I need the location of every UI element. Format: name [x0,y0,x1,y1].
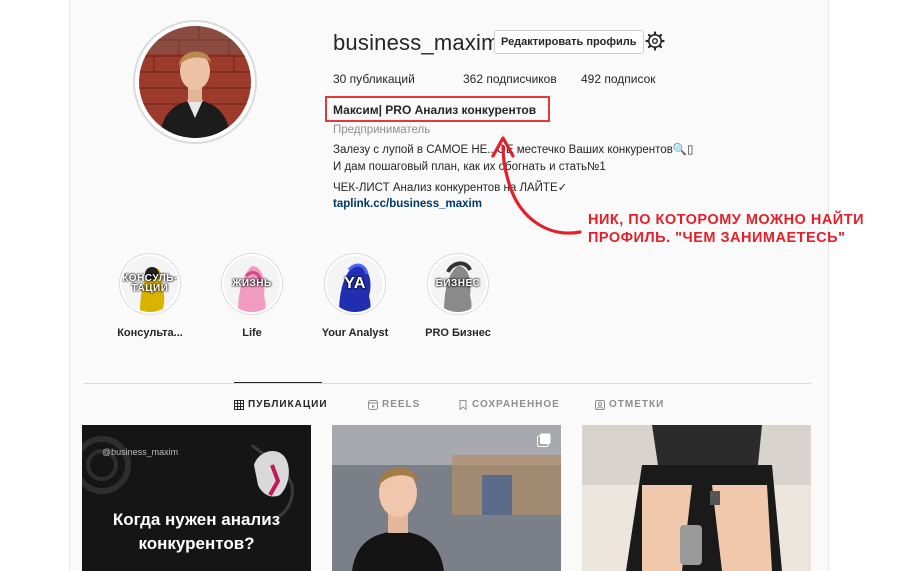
reels-icon [368,399,378,410]
profile-full-name: Максим| PRO Анализ конкурентов [333,103,537,117]
highlight-pro-business[interactable]: БИЗНЕС PRO Бизнес [418,253,498,339]
annotation-line-2: ПРОФИЛЬ. "ЧЕМ ЗАНИМАЕТЕСЬ" [588,230,846,246]
profile-link[interactable]: taplink.cc/business_maxim [333,198,482,210]
bookmark-icon [459,399,467,410]
annotation-text: НИК, ПО КОТОРОМУ МОЖНО НАЙТИ ПРОФИЛЬ. "Ч… [588,211,888,247]
post-handle: @business_maxim [102,447,179,457]
highlight-cover-text: БИЗНЕС [435,278,481,289]
highlight-cover-text: ЖИЗНЬ [232,278,272,289]
bio-line-1: Залезу с лупой в САМОЕ НЕ...ОЕ местечко … [333,144,694,156]
post-thumbnail-1[interactable]: @business_maxim Когда нужен анализ конку… [82,425,311,571]
profile-avatar[interactable] [133,20,257,144]
tab-label: REELS [382,399,421,410]
tabs-divider [83,383,811,384]
highlight-consultations[interactable]: КОНСУЛЬ-ТАЦИИ Консульта... [110,253,190,339]
post-2-photo [332,425,561,571]
grid-icon [234,399,244,410]
followers-count[interactable]: 362 подписчиков [463,72,557,86]
tab-label: СОХРАНЕННОЕ [472,399,560,410]
post-thumbnail-3[interactable] [582,425,811,571]
tag-user-icon [595,399,605,410]
tab-label: ПУБЛИКАЦИИ [248,399,328,410]
tab-saved[interactable]: СОХРАНЕННОЕ [458,399,560,410]
highlight-your-analyst[interactable]: YA Your Analyst [315,253,395,339]
following-count[interactable]: 492 подписок [581,72,656,86]
highlight-cover: YA [324,253,386,315]
multiple-photos-icon [537,433,551,447]
tab-tagged[interactable]: ОТМЕТКИ [595,399,664,410]
highlight-label: PRO Бизнес [425,327,491,339]
post-title: Когда нужен анализ конкурентов? [112,510,281,553]
bio-line-3: ЧЕК-ЛИСТ Анализ конкурентов на ЛАЙТЕ✓ [333,182,568,194]
highlight-label: Консульта... [117,327,183,339]
profile-category: Предприниматель [333,124,431,136]
gear-icon[interactable] [645,31,665,51]
post-3-photo [582,425,811,571]
post-thumbnail-2[interactable] [332,425,561,571]
highlight-label: Your Analyst [321,327,389,339]
annotation-line-1: НИК, ПО КОТОРОМУ МОЖНО НАЙТИ [588,212,865,228]
tab-label: ОТМЕТКИ [609,399,665,410]
highlight-cover: КОНСУЛЬ-ТАЦИИ [119,253,181,315]
tab-publications[interactable]: ПУБЛИКАЦИИ [234,399,328,410]
highlight-cover: БИЗНЕС [427,253,489,315]
tab-reels[interactable]: REELS [368,399,420,410]
bio-line-2: И дам пошаговый план, как их обогнать и … [333,161,606,173]
edit-profile-button[interactable]: Редактировать профиль [494,30,644,54]
highlight-cover-text: YA [344,275,366,292]
profile-username: business_maxim [333,30,500,55]
posts-count[interactable]: 30 публикаций [333,72,415,86]
highlight-life[interactable]: ЖИЗНЬ Life [212,253,292,339]
avatar-image [139,26,251,138]
highlight-label: Life [242,327,262,339]
highlight-cover: ЖИЗНЬ [221,253,283,315]
active-tab-indicator [234,382,322,383]
highlight-cover-text: КОНСУЛЬ-ТАЦИИ [122,273,178,294]
